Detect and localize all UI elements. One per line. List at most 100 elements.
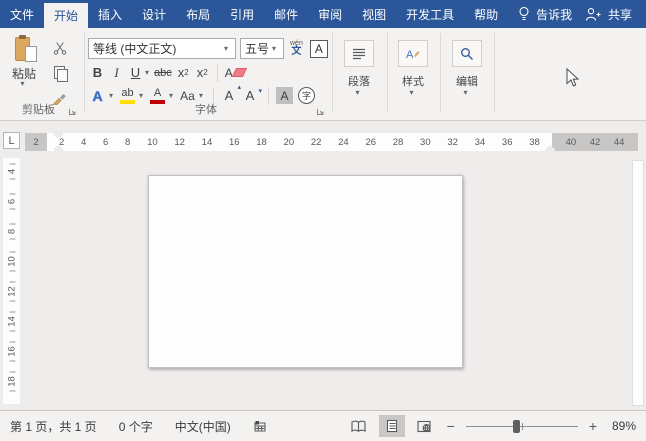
clipboard-group-label: 剪贴板 [22, 101, 55, 117]
highlight-color-button[interactable]: ab [118, 85, 137, 106]
ruler-number: 36 [502, 137, 513, 148]
font-color-dropdown-arrow[interactable] [169, 93, 176, 98]
strikethrough-button[interactable]: abc [152, 62, 174, 83]
word-window: 文件 开始 插入 设计 布局 引用 邮件 审阅 视图 开发工具 帮助 告诉我 共… [0, 0, 646, 441]
grow-font-button[interactable]: A [221, 85, 240, 106]
format-painter-brush-icon [53, 91, 67, 105]
enclose-characters-button[interactable]: 字 [298, 87, 315, 104]
italic-button[interactable]: I [107, 62, 126, 83]
clear-formatting-button[interactable]: A [223, 62, 247, 83]
copy-button[interactable] [47, 62, 73, 83]
styles-group[interactable]: A 样式 [386, 28, 440, 121]
ruler-number: 4 [3, 158, 20, 186]
tab-review[interactable]: 审阅 [308, 0, 352, 28]
zoom-slider[interactable] [466, 426, 578, 427]
subscript-button[interactable]: x2 [174, 62, 193, 83]
tab-insert[interactable]: 插入 [88, 0, 132, 28]
tab-developer[interactable]: 开发工具 [396, 0, 464, 28]
editing-group-label: 编辑 [456, 73, 478, 89]
horizontal-ruler[interactable]: 2 2468101214161820222426283032343638 404… [25, 133, 638, 151]
font-dialog-launcher[interactable] [316, 107, 325, 116]
zoom-level[interactable]: 89% [606, 419, 636, 433]
mouse-cursor [566, 68, 580, 88]
tab-design[interactable]: 设计 [132, 0, 176, 28]
tab-layout[interactable]: 布局 [176, 0, 220, 28]
ruler-body[interactable]: 2468101214161820222426283032343638 [47, 133, 552, 151]
vertical-ruler[interactable]: 4681012141618 [3, 158, 20, 404]
tab-file[interactable]: 文件 [0, 0, 44, 28]
phonetic-hanzi-text: 文 [291, 47, 301, 57]
styles-group-label: 样式 [402, 73, 424, 89]
ruler-number: 16 [3, 336, 20, 366]
ruler-number: 40 [566, 137, 577, 148]
font-group-label: 字体 [195, 101, 217, 117]
paragraph-group-label: 段落 [348, 73, 370, 89]
highlight-yellow-bar [120, 100, 135, 104]
ruler-left-margin: 2 [25, 133, 47, 151]
phonetic-guide-button[interactable]: wén 文 [290, 40, 303, 57]
cut-button[interactable] [47, 37, 73, 58]
underline-dropdown-arrow[interactable] [145, 70, 152, 75]
tab-view[interactable]: 视图 [352, 0, 396, 28]
font-color-button[interactable]: A [148, 85, 167, 106]
language-status[interactable]: 中文(中国) [175, 418, 231, 435]
paragraph-group[interactable]: 段落 [332, 28, 386, 121]
document-page[interactable] [148, 175, 463, 368]
read-mode-button[interactable] [346, 415, 372, 437]
tab-help[interactable]: 帮助 [464, 0, 508, 28]
paste-button[interactable]: 粘贴 [5, 36, 43, 86]
bold-button[interactable]: B [88, 62, 107, 83]
underline-button[interactable]: U [126, 62, 145, 83]
ruler-number: 10 [147, 137, 158, 148]
share-button[interactable]: 共享 [585, 0, 646, 28]
ruler-number: 8 [125, 137, 130, 148]
web-layout-button[interactable] [412, 415, 438, 437]
ruler-number: 4 [81, 137, 86, 148]
tab-stop-selector[interactable]: L [3, 132, 20, 149]
clipboard-dialog-launcher[interactable] [68, 107, 77, 116]
editing-group[interactable]: 编辑 [440, 28, 494, 121]
ruler-number: 18 [3, 366, 20, 396]
ruler-number: 24 [338, 137, 349, 148]
page-number-status[interactable]: 第 1 页，共 1 页 [10, 418, 97, 435]
ruler-number: 28 [393, 137, 404, 148]
paragraph-icon [344, 40, 374, 67]
font-name-value: 等线 (中文正文) [93, 40, 176, 57]
ruler-number: 44 [614, 137, 625, 148]
highlight-dropdown-arrow[interactable] [139, 93, 146, 98]
shrink-font-button[interactable]: A [242, 85, 261, 106]
font-size-combo[interactable]: 五号 [240, 38, 284, 59]
font-name-combo[interactable]: 等线 (中文正文) [88, 38, 236, 59]
print-layout-button[interactable] [379, 415, 405, 437]
proofing-status-icon[interactable] [253, 420, 267, 433]
change-case-dropdown-arrow[interactable] [199, 93, 206, 98]
ruler-number: 14 [3, 306, 20, 336]
text-effects-button[interactable]: A [88, 85, 107, 106]
character-shading-button[interactable]: A [276, 87, 293, 104]
word-count-status[interactable]: 0 个字 [119, 418, 153, 435]
ruler-number: 20 [284, 137, 295, 148]
ruler-number: 12 [3, 276, 20, 306]
document-area: 4681012141618 [0, 158, 646, 410]
ruler-number: 10 [3, 246, 20, 276]
ruler-number: 6 [103, 137, 108, 148]
ruler-number: 42 [590, 137, 601, 148]
zoom-out-button[interactable]: − [445, 418, 457, 434]
styles-icon: A [398, 40, 428, 67]
tell-me-control[interactable]: 告诉我 [508, 0, 582, 28]
superscript-button[interactable]: x2 [193, 62, 212, 83]
text-effects-dropdown-arrow[interactable] [109, 93, 116, 98]
tab-mailings[interactable]: 邮件 [264, 0, 308, 28]
tab-home[interactable]: 开始 [44, 3, 88, 28]
status-bar: 第 1 页，共 1 页 0 个字 中文(中国) [0, 410, 646, 441]
ribbon-tab-bar: 文件 开始 插入 设计 布局 引用 邮件 审阅 视图 开发工具 帮助 告诉我 共… [0, 0, 646, 28]
vertical-scrollbar[interactable] [632, 160, 644, 406]
zoom-slider-thumb[interactable] [513, 420, 520, 433]
tab-references[interactable]: 引用 [220, 0, 264, 28]
character-border-button[interactable]: A [310, 40, 328, 58]
paste-clipboard-icon [15, 36, 34, 62]
zoom-in-button[interactable]: + [587, 418, 599, 434]
ruler-number: 26 [365, 137, 376, 148]
ruler-number: 32 [447, 137, 458, 148]
ruler-number: 34 [475, 137, 486, 148]
